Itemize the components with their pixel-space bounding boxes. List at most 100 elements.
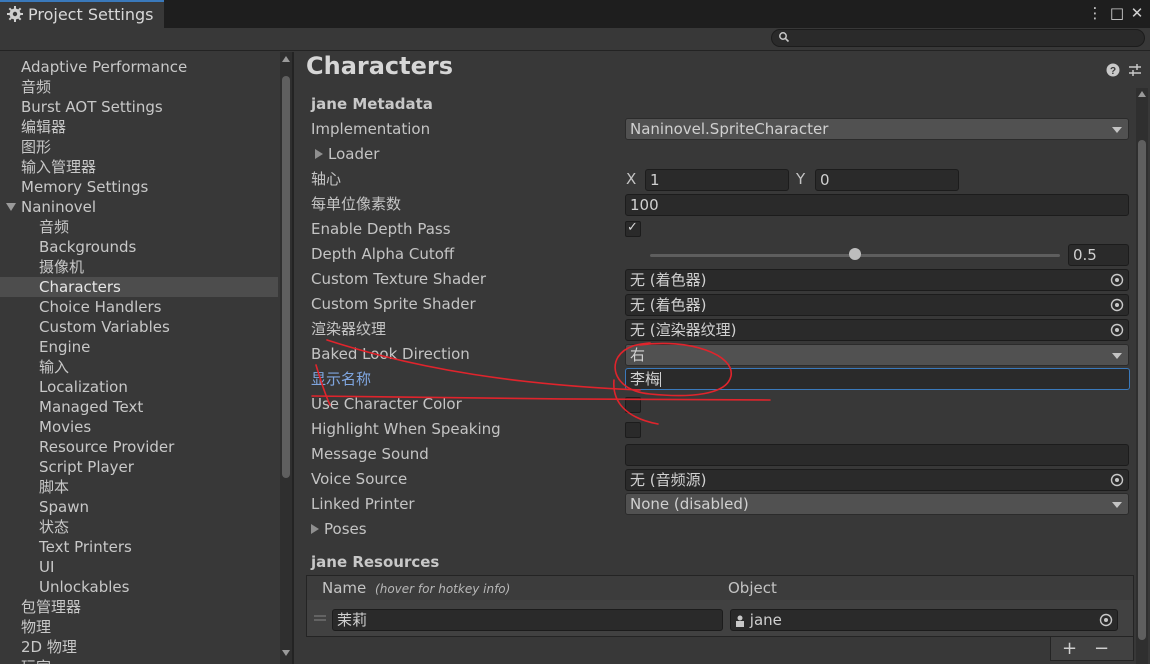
texture-shader-field[interactable]: 无 (着色器) [625,269,1129,291]
sidebar-item-text-printers[interactable]: Text Printers [39,537,132,557]
pivot-y-label: Y [796,170,806,188]
depth-alpha-slider-knob[interactable] [849,248,861,260]
ppu-field[interactable]: 100 [625,194,1129,216]
main-scroll-thumb[interactable] [1138,140,1146,640]
sidebar-item-ui[interactable]: UI [39,557,54,577]
object-picker-icon[interactable] [1110,473,1124,487]
sidebar-item-characters[interactable]: Characters [39,277,121,297]
linked-printer-value: None (disabled) [630,495,749,513]
sidebar-item-package-manager[interactable]: 包管理器 [21,597,81,617]
pivot-y-field[interactable]: 0 [815,169,959,191]
sidebar-item-audio[interactable]: 音频 [21,77,51,97]
sprite-shader-field[interactable]: 无 (着色器) [625,294,1129,316]
sidebar-item-backgrounds[interactable]: Backgrounds [39,237,136,257]
display-name-value: 李梅 [630,370,661,388]
sidebar-item-choice-handlers[interactable]: Choice Handlers [39,297,161,317]
window-menu-button[interactable]: ⋮ [1086,4,1104,22]
preset-icon[interactable] [1128,63,1142,77]
sprite-shader-label: Custom Sprite Shader [311,295,476,313]
sidebar-item-physics-2d[interactable]: 2D 物理 [21,637,77,657]
page-title: Characters [306,52,454,80]
renderer-texture-value: 无 (渲染器纹理) [630,321,737,339]
highlight-checkbox[interactable] [625,422,641,438]
chevron-down-icon [1112,127,1122,133]
texture-shader-value: 无 (着色器) [630,271,707,289]
message-sound-field[interactable] [625,444,1129,466]
voice-source-value: 无 (音频源) [630,471,707,489]
naninovel-foldout-arrow-icon[interactable] [6,203,16,211]
sidebar-item-spawn[interactable]: Spawn [39,497,89,517]
sidebar-item-burst-aot[interactable]: Burst AOT Settings [21,97,163,117]
sidebar-item-script-player[interactable]: Script Player [39,457,134,477]
resource-object-value: jane [749,611,782,629]
char-color-label: Use Character Color [311,395,462,413]
svg-text:?: ? [1110,66,1116,77]
implementation-dropdown[interactable]: Naninovel.SpriteCharacter [625,118,1129,140]
project-settings-tab[interactable]: Project Settings [0,0,164,28]
sidebar-item-state[interactable]: 状态 [39,517,69,537]
scroll-up-icon[interactable] [1138,91,1146,97]
resource-name-field[interactable]: 茉莉 [332,609,723,631]
poses-foldout-label[interactable]: Poses [324,518,367,540]
sidebar-item-graphics[interactable]: 图形 [21,137,51,157]
col-name-label: Name [322,579,367,597]
depth-pass-label: Enable Depth Pass [311,220,451,238]
sidebar-item-memory-settings[interactable]: Memory Settings [21,177,148,197]
maximize-button[interactable]: □ [1108,4,1126,22]
sidebar-item-naninovel-audio[interactable]: 音频 [39,217,69,237]
sidebar-item-scripts[interactable]: 脚本 [39,477,69,497]
pivot-x-field[interactable]: 1 [645,169,789,191]
char-color-checkbox[interactable] [625,397,641,413]
poses-foldout-arrow-icon[interactable] [311,524,319,534]
scroll-down-icon[interactable] [282,650,290,656]
loader-foldout-arrow-icon[interactable] [315,149,323,159]
sidebar-item-engine[interactable]: Engine [39,337,90,357]
sidebar-item-movies[interactable]: Movies [39,417,91,437]
sidebar-scroll-thumb[interactable] [282,76,290,478]
add-resource-button[interactable]: + [1062,638,1077,659]
depth-alpha-field[interactable]: 0.5 [1068,244,1129,266]
sidebar-item-resource-provider[interactable]: Resource Provider [39,437,174,457]
resources-section-title: jane Resources [311,553,440,571]
sidebar-item-player[interactable]: 玩家 [21,657,51,664]
object-picker-icon[interactable] [1110,298,1124,312]
object-picker-icon[interactable] [1099,613,1113,627]
implementation-value: Naninovel.SpriteCharacter [630,120,829,138]
look-direction-dropdown[interactable]: 右 [625,344,1129,366]
sidebar-item-custom-variables[interactable]: Custom Variables [39,317,170,337]
sidebar-item-input-manager[interactable]: 输入管理器 [21,157,96,177]
scroll-up-icon[interactable] [282,56,290,62]
renderer-texture-field[interactable]: 无 (渲染器纹理) [625,319,1129,341]
search-input[interactable] [771,29,1145,47]
panel-divider[interactable] [292,52,294,664]
ppu-label: 每单位像素数 [311,195,402,213]
sidebar-item-unlockables[interactable]: Unlockables [39,577,129,597]
pivot-label: 轴心 [311,170,342,188]
help-icon[interactable]: ? [1106,63,1120,77]
object-picker-icon[interactable] [1110,323,1124,337]
close-button[interactable]: ✕ [1128,4,1146,22]
sidebar-item-physics[interactable]: 物理 [21,617,51,637]
linked-printer-dropdown[interactable]: None (disabled) [625,493,1129,515]
depth-pass-checkbox[interactable]: ✓ [625,220,641,237]
sidebar-item-managed-text[interactable]: Managed Text [39,397,143,417]
sidebar-item-naninovel[interactable]: Naninovel [21,197,96,217]
sidebar-item-editor[interactable]: 编辑器 [21,117,66,137]
texture-shader-label: Custom Texture Shader [311,270,487,288]
display-name-field[interactable]: 李梅 [625,368,1130,390]
voice-source-field[interactable]: 无 (音频源) [625,469,1129,491]
sidebar-item-input[interactable]: 输入 [39,357,69,377]
loader-foldout-label[interactable]: Loader [328,143,379,165]
highlight-label: Highlight When Speaking [311,420,501,438]
checkmark-icon: ✓ [627,220,638,235]
col-name-hint: (hover for hotkey info) [375,582,511,596]
tab-title: Project Settings [28,5,154,24]
object-picker-icon[interactable] [1110,273,1124,287]
sidebar-item-camera[interactable]: 摄像机 [39,257,84,277]
remove-resource-button[interactable]: − [1094,638,1109,659]
sprite-shader-value: 无 (着色器) [630,296,707,314]
resource-object-field[interactable]: jane [730,609,1118,631]
sidebar-item-adaptive-performance[interactable]: Adaptive Performance [21,57,187,77]
sidebar-item-localization[interactable]: Localization [39,377,128,397]
drag-handle-icon[interactable] [314,614,326,622]
